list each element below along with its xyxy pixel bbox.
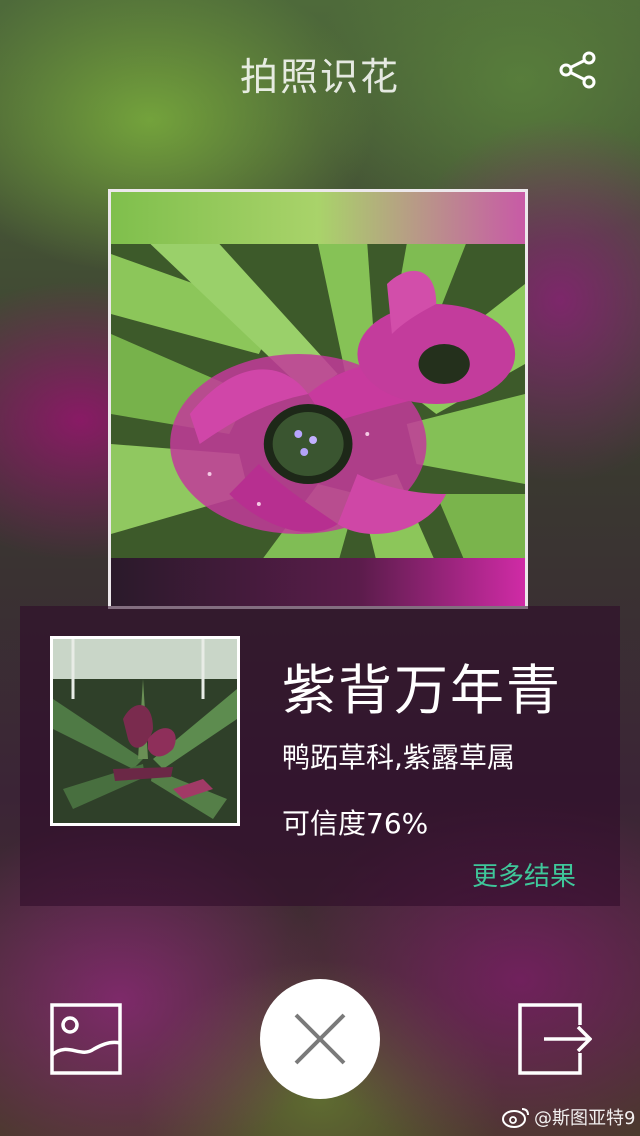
- result-panel: 紫背万年青 鸭跖草科,紫露草属 可信度76% 更多结果: [20, 606, 620, 906]
- exit-icon: [518, 1003, 593, 1075]
- share-button[interactable]: [556, 48, 600, 92]
- more-results-link[interactable]: 更多结果: [472, 856, 576, 893]
- plant-name: 紫背万年青: [282, 659, 562, 722]
- tradescantia-photo: [53, 639, 237, 823]
- bromeliad-photo: [111, 244, 525, 564]
- plant-family: 鸭跖草科,紫露草属: [282, 741, 515, 774]
- share-icon: [559, 51, 596, 89]
- watermark-text: @斯图亚特9: [534, 1108, 636, 1129]
- result-thumbnail[interactable]: [50, 636, 240, 826]
- exit-button[interactable]: [518, 1003, 593, 1075]
- photo-bottom-band: [111, 558, 525, 606]
- captured-photo: [108, 189, 528, 609]
- page-title: 拍照识花: [239, 55, 400, 99]
- confidence-score: 可信度76%: [282, 807, 429, 840]
- gallery-button[interactable]: [50, 1003, 122, 1075]
- close-icon: [294, 1013, 346, 1065]
- weibo-logo: [502, 1108, 529, 1128]
- flower-recognition-screen: 拍照识花 紫背万年青 鸭跖草科,紫露草属 可信度76% 更多结果 @斯图亚特9: [0, 0, 640, 1136]
- photo-top-band: [111, 192, 525, 244]
- close-button[interactable]: [260, 979, 380, 1099]
- watermark: @斯图亚特9: [502, 1104, 635, 1130]
- header: 拍照识花: [0, 0, 640, 140]
- gallery-icon: [50, 1003, 122, 1075]
